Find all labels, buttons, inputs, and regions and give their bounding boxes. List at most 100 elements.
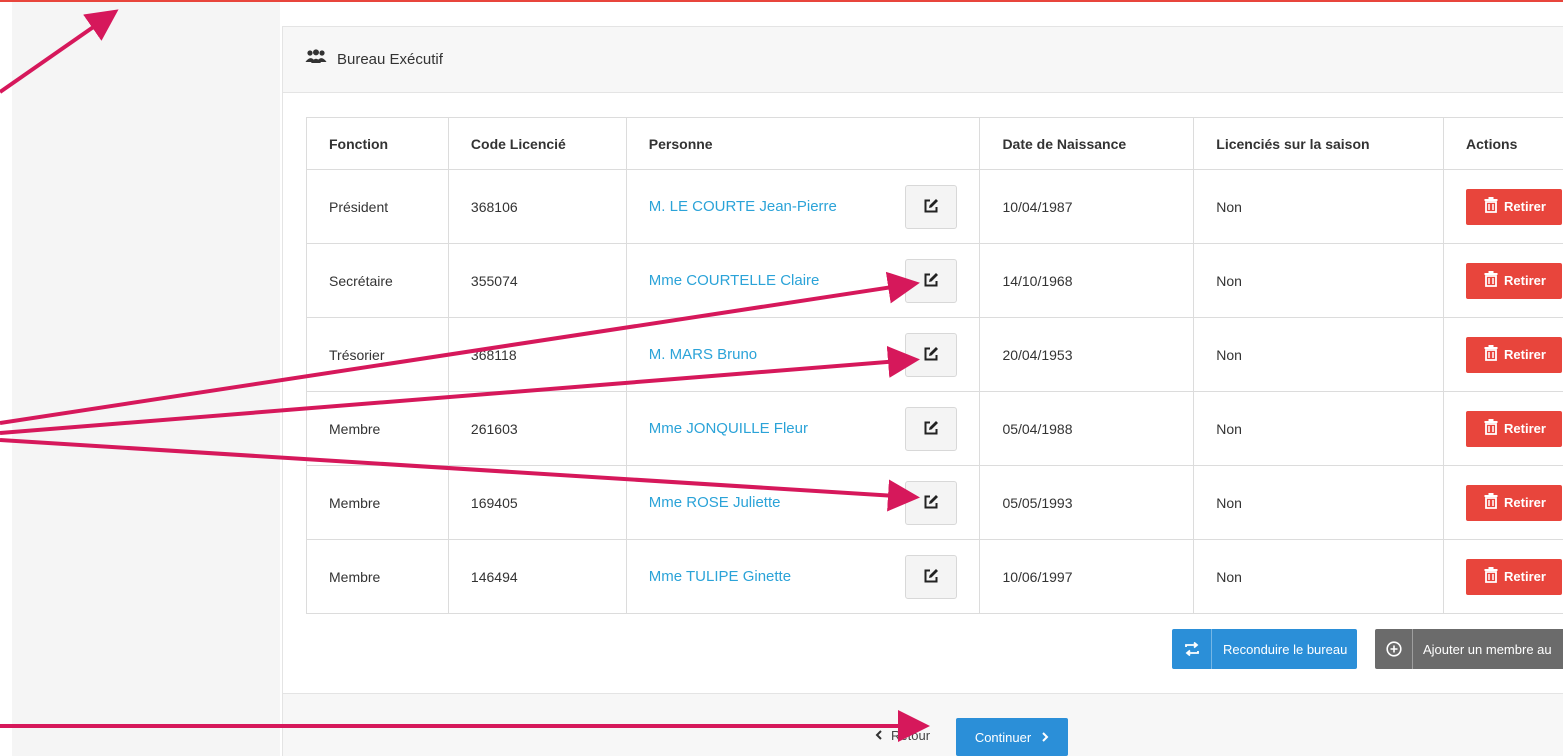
chevron-left-icon — [875, 728, 883, 743]
edit-button[interactable] — [904, 185, 957, 229]
panel-footer: Retour Continuer — [283, 693, 1563, 756]
header-actions: Actions — [1443, 117, 1563, 170]
edit-button[interactable] — [904, 481, 957, 525]
cell-actions: Retirer — [1443, 465, 1563, 540]
cell-code: 261603 — [447, 391, 627, 466]
cell-fonction: Président — [306, 169, 449, 244]
bureau-panel: Bureau Exécutif Fonction Code Licencié P… — [282, 26, 1563, 756]
person-link[interactable]: M. MARS Bruno — [649, 346, 757, 363]
cell-code: 368106 — [447, 169, 627, 244]
edit-icon — [923, 272, 939, 291]
cell-date-naissance: 10/04/1987 — [979, 169, 1195, 244]
edit-icon — [923, 494, 939, 513]
cell-date-naissance: 20/04/1953 — [979, 317, 1195, 392]
edit-icon — [923, 346, 939, 365]
edit-button[interactable] — [904, 555, 957, 599]
continue-button[interactable]: Continuer — [956, 718, 1068, 756]
remove-label: Retirer — [1504, 421, 1546, 436]
table-row: Président 368106 M. LE COURTE Jean-Pierre 1… — [306, 169, 1563, 244]
person-link[interactable]: Mme ROSE Juliette — [649, 494, 781, 511]
cell-date-naissance: 05/05/1993 — [979, 465, 1195, 540]
table-row: Membre 261603 Mme JONQUILLE Fleur 05/04/198… — [306, 391, 1563, 466]
edit-button[interactable] — [904, 407, 957, 451]
renew-bureau-button[interactable]: Reconduire le bureau — [1172, 629, 1357, 669]
bureau-table: Fonction Code Licencié Personne Date de … — [306, 117, 1563, 614]
table-row: Membre 169405 Mme ROSE Juliette 05/05/1993 N… — [306, 465, 1563, 540]
add-member-label: Ajouter un membre au — [1423, 641, 1552, 657]
cell-fonction: Membre — [306, 391, 449, 466]
page: Bureau Exécutif Fonction Code Licencié P… — [0, 0, 1563, 756]
remove-button[interactable]: Retirer — [1466, 410, 1562, 447]
remove-button[interactable]: Retirer — [1466, 262, 1562, 299]
remove-button[interactable]: Retirer — [1466, 336, 1562, 373]
header-code-licencie: Code Licencié — [447, 117, 627, 170]
cell-personne: Mme COURTELLE Claire — [625, 243, 981, 318]
cell-licencie: Non — [1193, 243, 1445, 318]
person-link[interactable]: Mme COURTELLE Claire — [649, 272, 820, 289]
edit-button[interactable] — [904, 333, 957, 377]
table-row: Trésorier 368118 M. MARS Bruno 20/04/1953 No… — [306, 317, 1563, 392]
cell-licencie: Non — [1193, 317, 1445, 392]
header-licencies-saison: Licenciés sur la saison — [1193, 117, 1445, 170]
table-body: Président 368106 M. LE COURTE Jean-Pierre 1… — [306, 169, 1563, 614]
cell-actions: Retirer — [1443, 243, 1563, 318]
cell-actions: Retirer — [1443, 539, 1563, 614]
cell-licencie: Non — [1193, 465, 1445, 540]
table-row: Membre 146494 Mme TULIPE Ginette 10/06/1997… — [306, 539, 1563, 614]
cell-code: 368118 — [447, 317, 627, 392]
cell-licencie: Non — [1193, 391, 1445, 466]
table-header-row: Fonction Code Licencié Personne Date de … — [306, 117, 1563, 170]
cell-code: 169405 — [447, 465, 627, 540]
remove-label: Retirer — [1504, 199, 1546, 214]
cell-date-naissance: 10/06/1997 — [979, 539, 1195, 614]
trash-icon — [1484, 567, 1498, 586]
trash-icon — [1484, 271, 1498, 290]
panel-header: Bureau Exécutif — [283, 27, 1563, 93]
trash-icon — [1484, 493, 1498, 512]
cell-licencie: Non — [1193, 169, 1445, 244]
cell-code: 355074 — [447, 243, 627, 318]
remove-label: Retirer — [1504, 273, 1546, 288]
edit-icon — [923, 420, 939, 439]
header-fonction: Fonction — [306, 117, 449, 170]
sidebar — [12, 2, 280, 756]
cell-fonction: Secrétaire — [306, 243, 449, 318]
cell-date-naissance: 14/10/1968 — [979, 243, 1195, 318]
remove-button[interactable]: Retirer — [1466, 558, 1562, 595]
cell-personne: M. LE COURTE Jean-Pierre — [625, 169, 981, 244]
person-link[interactable]: M. LE COURTE Jean-Pierre — [649, 198, 837, 215]
back-link[interactable]: Retour — [875, 728, 930, 743]
plus-circle-icon — [1375, 629, 1413, 669]
cell-personne: Mme JONQUILLE Fleur — [625, 391, 981, 466]
continue-label: Continuer — [974, 729, 1032, 745]
chevron-right-icon — [1041, 730, 1049, 745]
cell-code: 146494 — [447, 539, 627, 614]
edit-icon — [923, 198, 939, 217]
person-link[interactable]: Mme JONQUILLE Fleur — [649, 420, 808, 437]
cell-personne: M. MARS Bruno — [625, 317, 981, 392]
repeat-icon — [1172, 629, 1212, 669]
back-label: Retour — [891, 728, 931, 743]
cell-personne: Mme TULIPE Ginette — [625, 539, 981, 614]
users-icon — [305, 49, 327, 65]
cell-actions: Retirer — [1443, 391, 1563, 466]
remove-label: Retirer — [1504, 569, 1546, 584]
remove-button[interactable]: Retirer — [1466, 188, 1562, 225]
cell-licencie: Non — [1193, 539, 1445, 614]
add-member-button[interactable]: Ajouter un membre au — [1375, 629, 1563, 669]
cell-date-naissance: 05/04/1988 — [979, 391, 1195, 466]
remove-label: Retirer — [1504, 347, 1546, 362]
edit-button[interactable] — [904, 259, 957, 303]
header-date-naissance: Date de Naissance — [979, 117, 1195, 170]
cell-personne: Mme ROSE Juliette — [625, 465, 981, 540]
trash-icon — [1484, 197, 1498, 216]
cell-fonction: Membre — [306, 465, 449, 540]
remove-label: Retirer — [1504, 495, 1546, 510]
renew-bureau-label: Reconduire le bureau — [1223, 641, 1348, 657]
panel-title: Bureau Exécutif — [337, 51, 443, 68]
remove-button[interactable]: Retirer — [1466, 484, 1562, 521]
cell-actions: Retirer — [1443, 169, 1563, 244]
person-link[interactable]: Mme TULIPE Ginette — [649, 568, 791, 585]
header-personne: Personne — [625, 117, 981, 170]
edit-icon — [923, 568, 939, 587]
